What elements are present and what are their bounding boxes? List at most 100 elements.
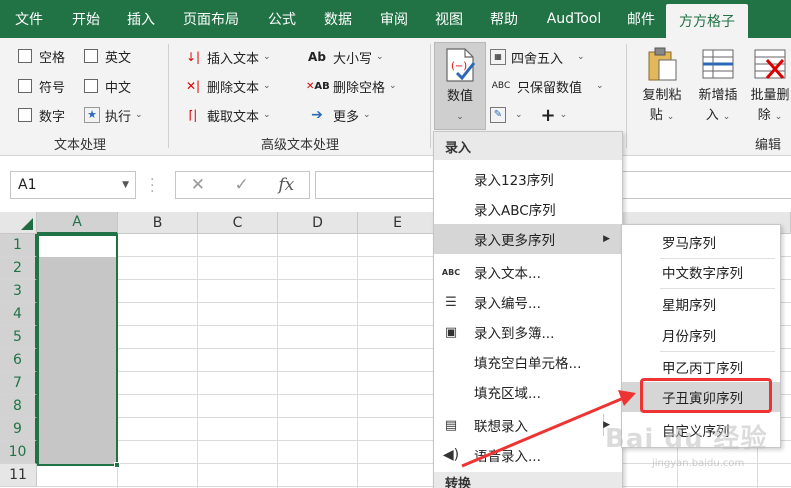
insert-text-button[interactable]: ↓| 插入文本 ⌄: [184, 46, 271, 68]
more-button[interactable]: ➔ 更多 ⌄: [306, 104, 370, 126]
new-insert-label-line2: 入 ⌄: [706, 106, 731, 127]
execute-button[interactable]: ★ 执行 ⌄: [84, 104, 143, 126]
column-header-c[interactable]: C: [198, 212, 278, 234]
submenu-item-weekday[interactable]: 星期序列: [622, 289, 780, 319]
group-divider: [168, 44, 169, 148]
workbook-icon: ▣: [444, 324, 458, 340]
batch-delete-label: 批量删: [750, 88, 790, 103]
row-header[interactable]: 2: [0, 257, 37, 280]
row-header[interactable]: 1: [0, 234, 37, 257]
tab-fangfang[interactable]: 方方格子: [666, 4, 748, 38]
grip-dots-icon[interactable]: · · ·: [150, 173, 154, 199]
row-header[interactable]: 4: [0, 303, 37, 326]
svg-text:(−): (−): [451, 61, 467, 72]
row-header[interactable]: 6: [0, 349, 37, 372]
row-header[interactable]: 7: [0, 372, 37, 395]
menu-item-input-multi-book[interactable]: ▣ 录入到多簿...: [434, 317, 622, 347]
checkbox-box[interactable]: [84, 49, 98, 63]
chevron-down-icon: ⌄: [596, 81, 604, 91]
menu-item-associative-input[interactable]: ▤ 联想录入 ▶: [434, 410, 622, 440]
checkbox-number[interactable]: 数字: [18, 104, 65, 126]
clipboard-icon: [645, 46, 679, 82]
delete-text-icon: ✕|: [185, 79, 201, 93]
active-cell-a1[interactable]: [39, 236, 116, 257]
checkbox-space[interactable]: 空格: [18, 45, 65, 67]
chevron-down-icon: ⌄: [456, 112, 464, 122]
value-button[interactable]: (−) 数值 ⌄: [434, 42, 486, 130]
menu-item-fill-blank[interactable]: 填充空白单元格...: [434, 347, 622, 377]
keep-value-label: 只保留数值: [517, 80, 583, 96]
tab-home[interactable]: 开始: [58, 0, 114, 38]
column-header-b[interactable]: B: [118, 212, 198, 234]
column-header-a[interactable]: A: [37, 212, 118, 234]
menu-item-input-number[interactable]: ☰ 录入编号...: [434, 287, 622, 317]
tab-page-layout[interactable]: 页面布局: [168, 0, 254, 38]
row-header[interactable]: 8: [0, 395, 37, 418]
checkbox-box[interactable]: [18, 79, 32, 93]
new-insert-button[interactable]: 新增插 入 ⌄: [692, 46, 744, 127]
tab-insert[interactable]: 插入: [114, 0, 168, 38]
menu-item-input-more-series[interactable]: 录入更多序列 ▶: [434, 224, 622, 254]
chevron-down-icon: ⌄: [389, 81, 397, 91]
chevron-down-icon[interactable]: ⌄: [560, 110, 568, 120]
row-header[interactable]: 9: [0, 418, 37, 441]
row-header[interactable]: 5: [0, 326, 37, 349]
name-box[interactable]: A1 ▼: [10, 171, 136, 199]
menu-item-voice-input[interactable]: ◀) 语音录入...: [434, 440, 622, 470]
batch-delete-button[interactable]: 批量删 除 ⌄: [746, 46, 791, 127]
tab-data[interactable]: 数据: [310, 0, 366, 38]
plus-icon[interactable]: +: [541, 105, 556, 126]
checkbox-box[interactable]: [84, 79, 98, 93]
tab-audtool[interactable]: AudTool: [532, 0, 616, 38]
fill-handle[interactable]: [114, 462, 120, 468]
value-label: 数值: [446, 89, 473, 104]
tab-formulas[interactable]: 公式: [254, 0, 310, 38]
ribbon: 空格 英文 符号 中文 数字 ★ 执行 ⌄ 文本处理 ↓| 插入文本 ⌄ ✕| …: [0, 38, 791, 156]
checkbox-box[interactable]: [18, 49, 32, 63]
gridline: [277, 234, 278, 488]
case-button[interactable]: Ab 大小写 ⌄: [306, 46, 384, 68]
selected-range[interactable]: [37, 234, 118, 466]
checkbox-box[interactable]: [18, 108, 32, 122]
tab-review[interactable]: 审阅: [366, 0, 422, 38]
tab-file[interactable]: 文件: [0, 0, 58, 38]
cut-text-button[interactable]: ⌈| 截取文本 ⌄: [184, 104, 271, 126]
tab-view[interactable]: 视图: [422, 0, 476, 38]
edit-icon[interactable]: ✎: [490, 107, 506, 123]
speaker-icon: ◀): [442, 447, 460, 463]
copy-paste-label: 复制粘: [642, 88, 682, 103]
submenu-item-month[interactable]: 月份序列: [622, 320, 780, 350]
delete-space-button[interactable]: ✕AB 删除空格 ⌄: [306, 75, 397, 97]
menu-item-fill-area[interactable]: 填充区域...: [434, 377, 622, 407]
insert-rows-icon-svg: [702, 49, 734, 79]
menu-item-input-123[interactable]: 录入123序列: [434, 164, 622, 194]
chevron-down-icon: ⌄: [263, 110, 271, 120]
value-dropdown-menu: 录入 录入123序列 录入ABC序列 录入更多序列 ▶ ABC 录入文本... ☰ 录…: [433, 131, 623, 488]
round-button[interactable]: ▦ 四舍五入 ⌄: [490, 46, 585, 68]
copy-paste-button[interactable]: 复制粘 贴 ⌄: [636, 46, 688, 127]
cancel-icon[interactable]: ✕: [191, 175, 205, 195]
chevron-down-icon[interactable]: ▼: [122, 180, 129, 190]
submenu-item-chinese-number[interactable]: 中文数字序列: [622, 257, 780, 287]
chevron-down-icon: ⌄: [376, 52, 384, 62]
menu-item-input-abc[interactable]: 录入ABC序列: [434, 194, 622, 224]
cut-text-icon: ⌈|: [188, 108, 198, 122]
row-header[interactable]: 10: [0, 441, 37, 464]
keep-value-button[interactable]: ABC 只保留数值 ⌄: [490, 75, 604, 97]
tab-help[interactable]: 帮助: [476, 0, 532, 38]
checkbox-chinese[interactable]: 中文: [84, 75, 131, 97]
chevron-down-icon[interactable]: ⌄: [515, 110, 523, 120]
column-header-e[interactable]: E: [358, 212, 438, 234]
submenu-item-roman[interactable]: 罗马序列: [622, 227, 780, 257]
check-icon[interactable]: ✓: [235, 175, 249, 195]
checkbox-symbol[interactable]: 符号: [18, 75, 65, 97]
checkbox-english[interactable]: 英文: [84, 45, 131, 67]
row-header[interactable]: 3: [0, 280, 37, 303]
row-header[interactable]: 11: [0, 464, 37, 487]
menu-item-input-text[interactable]: ABC 录入文本...: [434, 257, 622, 287]
select-all-corner[interactable]: [0, 212, 37, 234]
delete-text-button[interactable]: ✕| 删除文本 ⌄: [184, 75, 271, 97]
tab-mail[interactable]: 邮件: [616, 0, 666, 38]
insert-function-icon[interactable]: fx: [278, 175, 294, 195]
column-header-d[interactable]: D: [278, 212, 358, 234]
